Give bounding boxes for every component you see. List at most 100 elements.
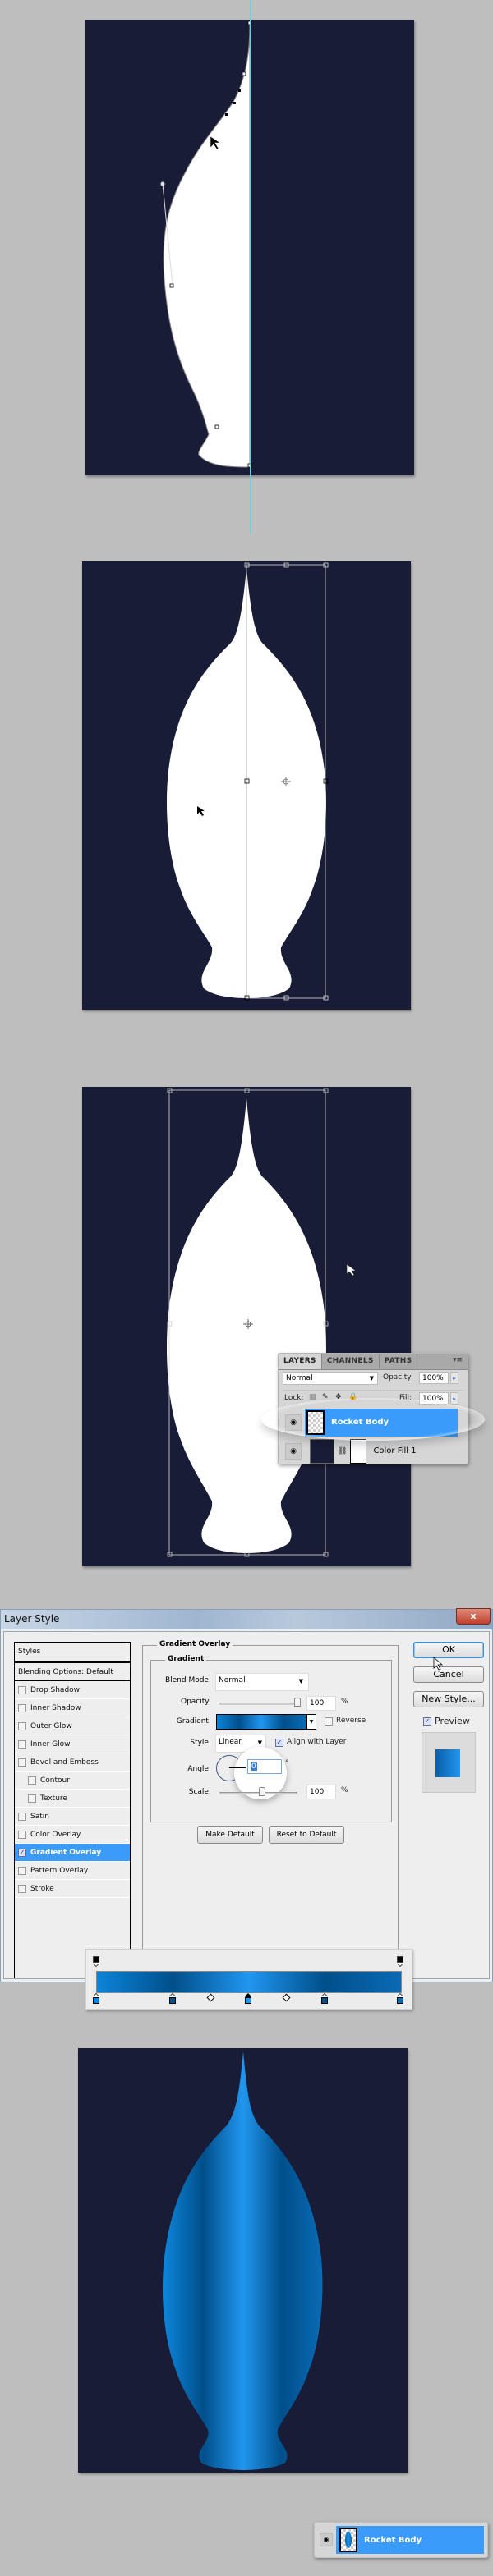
color-stop[interactable] xyxy=(397,1994,403,2005)
layer-thumbnail xyxy=(306,1409,325,1435)
style-item-gradient-overlay[interactable]: ✓ Gradient Overlay xyxy=(15,1844,130,1862)
new-style-button[interactable]: New Style... xyxy=(413,1691,484,1707)
blend-mode-select[interactable]: Normal ▼ xyxy=(283,1372,378,1385)
eye-icon[interactable]: ◉ xyxy=(320,2533,333,2546)
preview-label: Preview xyxy=(435,1716,470,1726)
opacity-stop[interactable] xyxy=(93,1956,99,1966)
anchor-point xyxy=(242,71,246,76)
opacity-label: Opacity: xyxy=(181,1698,211,1706)
style-item-color-overlay[interactable]: Color Overlay xyxy=(15,1826,130,1844)
fill-label: Fill: xyxy=(399,1394,412,1402)
style-item-outer-glow[interactable]: Outer Glow xyxy=(15,1717,130,1735)
reset-to-default-button[interactable]: Reset to Default xyxy=(269,1826,344,1844)
style-item-styles[interactable]: Styles xyxy=(15,1643,130,1663)
gradient-swatch[interactable] xyxy=(216,1714,306,1730)
rocket-body-white xyxy=(166,562,329,1001)
midpoint-diamond[interactable] xyxy=(282,1993,291,2002)
handle-point xyxy=(160,181,165,186)
align-with-layer-checkbox[interactable]: ✓ xyxy=(275,1739,283,1747)
lock-transparency-icon[interactable]: ▦ xyxy=(309,1393,316,1401)
style-item-bevel-and-emboss[interactable]: Bevel and Emboss xyxy=(15,1753,130,1772)
make-default-button[interactable]: Make Default xyxy=(197,1826,263,1844)
layers-panel: LAYERS CHANNELS PATHS ▾≡ Normal ▼ Opacity… xyxy=(278,1353,468,1464)
fill-slider-button[interactable]: ▸ xyxy=(450,1392,458,1405)
opacity-slider[interactable] xyxy=(219,1703,297,1705)
color-stop[interactable] xyxy=(245,1994,251,2005)
lock-all-icon[interactable]: 🔒 xyxy=(348,1393,357,1401)
scale-slider-knob[interactable] xyxy=(259,1787,266,1796)
style-item-texture[interactable]: Texture xyxy=(15,1790,130,1808)
canvas-step2[interactable] xyxy=(82,561,411,1010)
canvas-final[interactable] xyxy=(78,2048,408,2473)
ok-button[interactable]: OK xyxy=(413,1642,484,1658)
style-item-pattern-overlay[interactable]: Pattern Overlay xyxy=(15,1862,130,1880)
style-checkbox[interactable] xyxy=(28,1776,36,1785)
style-item-blending-options-default[interactable]: Blending Options: Default xyxy=(15,1663,130,1681)
opacity-label: Opacity: xyxy=(383,1373,413,1382)
style-checkbox[interactable] xyxy=(18,1703,26,1712)
eye-icon[interactable]: ◉ xyxy=(285,1414,302,1431)
dialog-titlebar[interactable]: Layer Style x xyxy=(1,1608,492,1629)
style-checkbox[interactable] xyxy=(18,1830,26,1839)
opacity-input[interactable]: 100 xyxy=(306,1696,336,1711)
style-item-stroke[interactable]: Stroke xyxy=(15,1880,130,1898)
opacity-slider-button[interactable]: ▸ xyxy=(450,1372,458,1384)
close-button[interactable]: x xyxy=(456,1608,491,1625)
chevron-down-icon: ▼ xyxy=(298,1678,303,1684)
style-checkbox[interactable] xyxy=(18,1866,26,1875)
angle-input[interactable]: 0 xyxy=(247,1759,282,1774)
layer-row-color-fill[interactable]: ◉ ⛓ Color Fill 1 xyxy=(279,1436,458,1466)
chevron-down-icon: ▼ xyxy=(369,1375,374,1382)
layer-row-rocket-body[interactable]: ◉ Rocket Body xyxy=(279,1407,458,1437)
preview-checkbox[interactable]: ✓ xyxy=(423,1717,431,1726)
dialog-title: Layer Style xyxy=(4,1613,60,1625)
lock-move-icon[interactable]: ✥ xyxy=(335,1393,342,1401)
opacity-stop[interactable] xyxy=(397,1956,403,1966)
layer-style-dialog: Layer Style x Styles Blending Options: De… xyxy=(0,1608,493,1982)
vertical-guide[interactable] xyxy=(250,0,251,534)
style-item-satin[interactable]: Satin xyxy=(15,1808,130,1826)
midpoint-diamond[interactable] xyxy=(206,1993,215,2002)
style-item-inner-glow[interactable]: Inner Glow xyxy=(15,1735,130,1753)
color-stop[interactable] xyxy=(320,1994,328,2005)
style-checkbox[interactable] xyxy=(28,1794,36,1803)
style-item-label: Styles xyxy=(18,1648,41,1656)
style-checkbox[interactable] xyxy=(18,1685,26,1694)
cancel-button[interactable]: Cancel xyxy=(413,1666,484,1683)
style-checkbox[interactable] xyxy=(18,1721,26,1730)
blend-mode-select[interactable]: Normal ▼ xyxy=(215,1673,309,1691)
style-item-inner-shadow[interactable]: Inner Shadow xyxy=(15,1699,130,1717)
style-checkbox[interactable]: ✓ xyxy=(18,1848,26,1857)
reverse-checkbox[interactable] xyxy=(325,1717,333,1726)
lock-label: Lock: xyxy=(284,1394,304,1402)
layer-name: Rocket Body xyxy=(364,2535,422,2545)
layer-row-rocket-body-final[interactable]: ◉ Rocket Body xyxy=(314,2522,488,2558)
style-checkbox[interactable] xyxy=(18,1884,26,1893)
opacity-input[interactable]: 100% xyxy=(419,1372,449,1384)
panel-menu-icon[interactable]: ▾≡ xyxy=(448,1354,468,1369)
scale-input[interactable]: 100 xyxy=(306,1785,336,1799)
style-item-contour[interactable]: Contour xyxy=(15,1772,130,1790)
reverse-label: Reverse xyxy=(336,1717,366,1725)
gradient-picker-dropdown[interactable]: ▼ xyxy=(306,1714,316,1730)
angle-label: Angle: xyxy=(187,1765,211,1773)
fill-input[interactable]: 100% xyxy=(419,1392,449,1405)
style-label: Style: xyxy=(190,1739,211,1747)
style-checkbox[interactable] xyxy=(18,1758,26,1767)
style-checkbox[interactable] xyxy=(18,1812,26,1821)
lock-brush-icon[interactable]: ✎ xyxy=(322,1393,329,1401)
anchor-point xyxy=(233,102,236,104)
color-stop[interactable] xyxy=(93,1994,99,2005)
tab-paths[interactable]: PATHS xyxy=(380,1354,418,1369)
gradient-label: Gradient: xyxy=(176,1717,211,1726)
style-item-drop-shadow[interactable]: Drop Shadow xyxy=(15,1681,130,1699)
opacity-slider-knob[interactable] xyxy=(294,1698,301,1707)
canvas-step3[interactable] xyxy=(82,1087,411,1566)
eye-icon[interactable]: ◉ xyxy=(285,1442,302,1460)
tab-channels[interactable]: CHANNELS xyxy=(322,1354,380,1369)
style-checkbox[interactable] xyxy=(18,1739,26,1749)
gradient-bar[interactable] xyxy=(96,1971,402,1993)
color-stop[interactable] xyxy=(168,1994,176,2005)
tab-layers[interactable]: LAYERS xyxy=(279,1354,322,1369)
anchor-point xyxy=(238,89,241,92)
